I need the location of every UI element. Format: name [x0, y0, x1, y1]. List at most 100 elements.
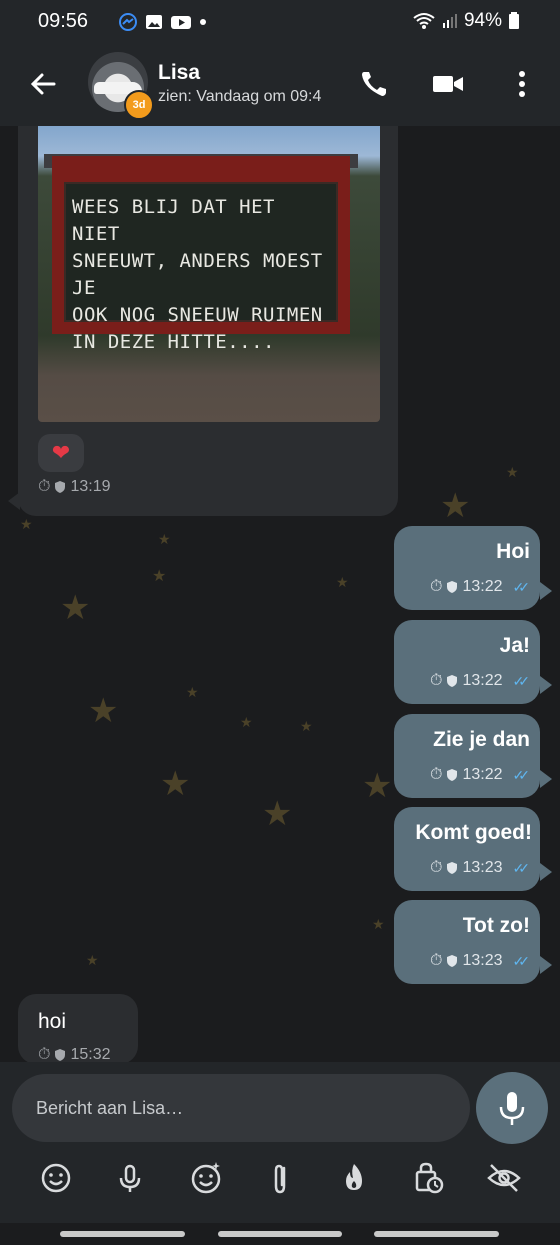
read-ticks-icon: ✓✓ — [512, 672, 531, 689]
video-call-icon[interactable] — [428, 64, 468, 104]
star-icon: ★ — [372, 916, 385, 932]
notification-icons — [118, 12, 208, 32]
sticker-icon[interactable] — [182, 1154, 230, 1202]
star-icon: ★ — [362, 767, 393, 805]
chat-area[interactable]: ★ ★ ★ ★ ★ ★ ★ ★ ★ ★ ★ ★ ★ ★ ★ ★ WEES BLI… — [0, 126, 560, 1062]
composer: Bericht aan Lisa… — [0, 1062, 560, 1245]
star-icon: ★ — [152, 568, 167, 585]
phone-call-icon[interactable] — [354, 64, 394, 104]
star-icon: ★ — [506, 464, 519, 480]
message-time: 13:22 — [462, 672, 503, 689]
read-ticks-icon: ✓✓ — [512, 859, 531, 876]
message-meta: ⏱ 13:23 ✓✓ — [430, 859, 531, 877]
shield-icon — [55, 1049, 66, 1061]
star-icon: ★ — [186, 684, 199, 700]
contact-name[interactable]: Lisa — [158, 61, 200, 85]
message-time: 13:23 — [462, 952, 503, 969]
message-meta: ⏱ 13:22 ✓✓ — [430, 766, 531, 784]
fire-icon[interactable] — [330, 1154, 378, 1202]
status-time: 09:56 — [38, 10, 89, 32]
status-bar: 09:56 94% — [0, 0, 560, 44]
bubble-tail — [540, 676, 552, 694]
message-text: Tot zo! — [462, 914, 530, 937]
more-options-icon[interactable] — [502, 64, 542, 104]
bubble-tail — [540, 956, 552, 974]
star-icon: ★ — [160, 765, 191, 803]
message-time: 13:19 — [70, 478, 111, 495]
chalkboard-text: WEES BLIJ DAT HET NIET SNEEUWT, ANDERS M… — [72, 196, 323, 353]
timer-icon: ⏱ — [430, 859, 443, 876]
battery-icon — [508, 11, 520, 31]
last-seen: zien: Vandaag om 09:4 — [158, 88, 322, 105]
message-time: 13:22 — [462, 578, 503, 595]
message-input[interactable]: Bericht aan Lisa… — [12, 1074, 470, 1142]
shield-icon — [447, 955, 458, 967]
bubble-tail — [540, 863, 552, 881]
star-icon: ★ — [88, 692, 119, 730]
bubble-tail — [8, 492, 20, 510]
shield-icon — [447, 769, 458, 781]
input-toolbar — [0, 1154, 560, 1208]
timer-icon: ⏱ — [38, 478, 51, 495]
star-icon: ★ — [262, 795, 293, 833]
microphone-icon — [499, 1092, 525, 1125]
star-icon: ★ — [20, 516, 33, 532]
heart-reaction[interactable]: ❤ — [38, 434, 84, 472]
attachment-icon[interactable] — [256, 1154, 304, 1202]
message-text: Komt goed! — [415, 821, 532, 844]
timer-icon: ⏱ — [430, 672, 443, 689]
message-time: 15:32 — [70, 1046, 111, 1062]
outgoing-message[interactable]: Zie je dan ⏱ 13:22 ✓✓ — [394, 714, 552, 798]
timer-icon: ⏱ — [430, 766, 443, 783]
voice-record-button[interactable] — [476, 1072, 548, 1144]
outgoing-message[interactable]: Hoi ⏱ 13:22 ✓✓ — [394, 526, 552, 610]
star-icon: ★ — [336, 574, 349, 590]
outgoing-message[interactable]: Komt goed! ⏱ 13:23 ✓✓ — [394, 807, 552, 891]
chat-header: 3d Lisa zien: Vandaag om 09:4 — [0, 44, 560, 126]
nav-recents-handle[interactable] — [60, 1231, 185, 1237]
signal-icon — [442, 11, 458, 31]
dot-icon — [198, 12, 208, 32]
message-meta: ⏱ 15:32 — [38, 1046, 111, 1062]
star-icon: ★ — [240, 714, 253, 730]
timer-badge: 3d — [124, 90, 154, 120]
shield-icon — [447, 862, 458, 874]
message-text: Hoi — [496, 540, 530, 563]
shield-icon — [447, 581, 458, 593]
emoji-icon[interactable] — [32, 1154, 80, 1202]
message-text: hoi — [38, 1010, 67, 1033]
back-arrow-icon[interactable] — [26, 66, 62, 102]
outgoing-message[interactable]: Tot zo! ⏱ 13:23 ✓✓ — [394, 900, 552, 984]
message-time: 13:22 — [462, 766, 503, 783]
read-ticks-icon: ✓✓ — [512, 952, 531, 969]
voice-note-icon[interactable] — [106, 1154, 154, 1202]
chat-photo[interactable]: WEES BLIJ DAT HET NIET SNEEUWT, ANDERS M… — [38, 126, 380, 422]
timer-icon: ⏱ — [430, 952, 443, 969]
outgoing-message[interactable]: Ja! ⏱ 13:22 ✓✓ — [394, 620, 552, 704]
wifi-icon — [412, 11, 436, 31]
nav-back-handle[interactable] — [374, 1231, 499, 1237]
incoming-message[interactable]: hoi ⏱ 15:32 — [18, 994, 138, 1062]
message-text: Ja! — [499, 634, 530, 657]
message-time: 13:23 — [462, 859, 503, 876]
timed-message-icon[interactable] — [404, 1154, 452, 1202]
incoming-image-message[interactable]: WEES BLIJ DAT HET NIET SNEEUWT, ANDERS M… — [18, 126, 398, 516]
view-once-icon[interactable] — [480, 1154, 528, 1202]
message-meta: ⏱ 13:19 — [38, 478, 111, 496]
battery-level: 94% — [463, 10, 502, 31]
message-meta: ⏱ 13:22 ✓✓ — [430, 672, 531, 690]
timer-icon: ⏱ — [38, 1046, 51, 1062]
read-ticks-icon: ✓✓ — [512, 766, 531, 783]
star-icon: ★ — [440, 487, 471, 525]
message-meta: ⏱ 13:23 ✓✓ — [430, 952, 531, 970]
read-ticks-icon: ✓✓ — [512, 578, 531, 595]
bubble-tail — [540, 770, 552, 788]
message-meta: ⏱ 13:22 ✓✓ — [430, 578, 531, 596]
shield-icon — [54, 480, 66, 494]
system-icons: 94% — [412, 10, 520, 32]
star-icon: ★ — [60, 589, 91, 627]
gallery-icon — [144, 12, 164, 32]
nav-home-handle[interactable] — [218, 1231, 342, 1237]
message-text: Zie je dan — [433, 728, 530, 751]
timer-icon: ⏱ — [430, 578, 443, 595]
